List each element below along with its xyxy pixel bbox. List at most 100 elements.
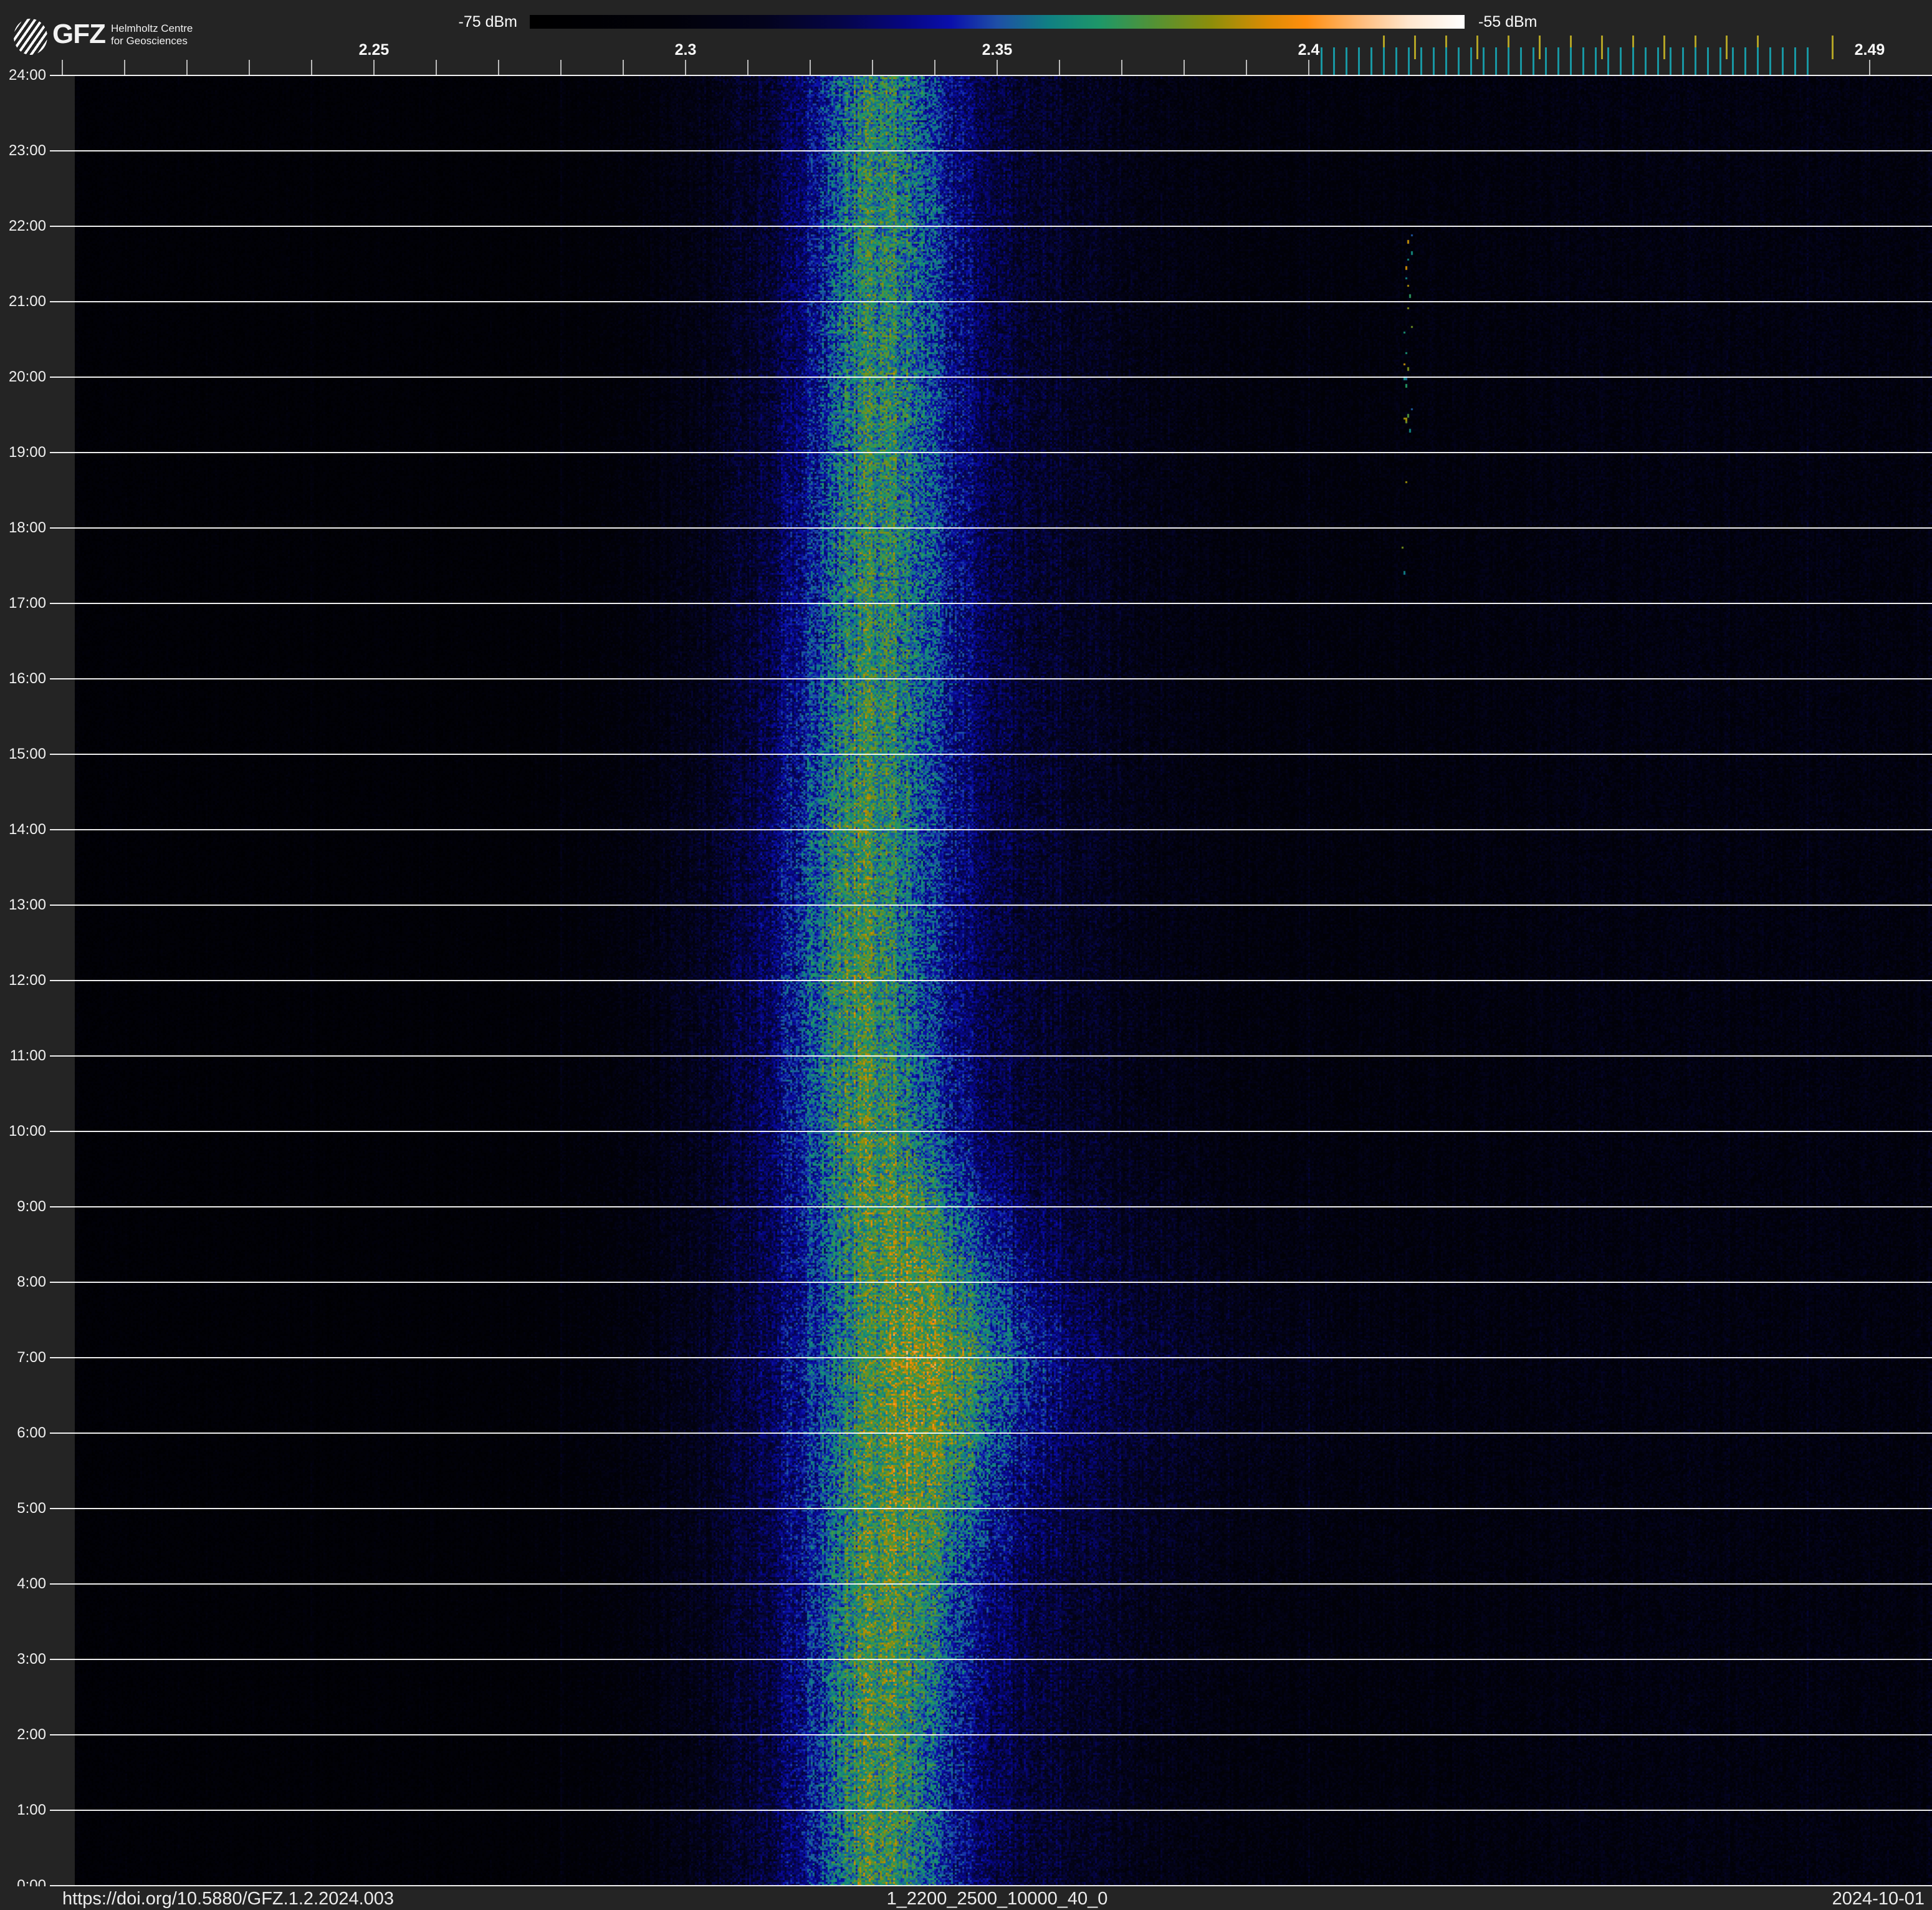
hour-tick-label: 24:00 <box>8 67 46 84</box>
hour-tick-label: 4:00 <box>17 1575 46 1592</box>
hour-tick-label: 5:00 <box>17 1500 46 1517</box>
freq-minor-tick <box>373 60 375 75</box>
footer-filename: 1_2200_2500_10000_40_0 <box>886 1889 1108 1909</box>
ble-channel-tick <box>1632 47 1634 75</box>
hour-tick-label: 6:00 <box>17 1424 46 1441</box>
ble-channel-tick <box>1420 47 1422 75</box>
ble-channel-tick <box>1769 47 1771 75</box>
ble-channel-tick <box>1732 47 1734 75</box>
hour-gridline <box>50 1131 1932 1132</box>
hour-gridline <box>50 150 1932 151</box>
freq-minor-tick <box>498 60 499 75</box>
freq-minor-tick <box>1308 60 1309 75</box>
ble-channel-tick <box>1520 47 1522 75</box>
ble-channel-tick <box>1483 47 1485 75</box>
freq-minor-tick <box>934 60 935 75</box>
hour-gridline <box>50 1206 1932 1207</box>
wifi-channel-tick <box>1476 36 1478 59</box>
ble-channel-tick <box>1670 47 1671 75</box>
hour-gridline <box>50 377 1932 378</box>
ble-channel-tick <box>1470 47 1472 75</box>
hour-gridline <box>50 301 1932 302</box>
ble-channel-tick <box>1408 47 1410 75</box>
freq-minor-tick <box>1869 60 1870 75</box>
ble-channel-tick <box>1445 47 1447 75</box>
footer-date: 2024-10-01 <box>1832 1889 1925 1909</box>
hour-gridline <box>50 980 1932 981</box>
hour-tick-label: 18:00 <box>8 519 46 536</box>
ble-channel-tick <box>1545 47 1547 75</box>
ble-channel-tick <box>1570 47 1572 75</box>
org-tagline-line2: for Geosciences <box>111 35 188 47</box>
freq-tick-label: 2.25 <box>358 41 390 59</box>
ble-channel-tick <box>1358 47 1360 75</box>
hour-tick-label: 20:00 <box>8 368 46 385</box>
ble-channel-tick <box>1807 47 1809 75</box>
hour-gridline <box>50 1282 1932 1283</box>
hour-tick-label: 15:00 <box>8 746 46 762</box>
wifi-channel-tick <box>1414 36 1416 59</box>
hour-gridline <box>50 603 1932 604</box>
hour-tick-label: 17:00 <box>8 595 46 612</box>
ble-channel-tick <box>1757 47 1759 75</box>
freq-tick-label: 2.4 <box>1298 41 1320 59</box>
wifi-channel-tick <box>1539 36 1541 59</box>
hour-tick-label: 23:00 <box>8 142 46 159</box>
hour-gridline <box>50 1357 1932 1358</box>
ble-channel-tick <box>1433 47 1435 75</box>
freq-minor-tick <box>623 60 624 75</box>
ble-channel-tick <box>1695 47 1696 75</box>
freq-minor-tick <box>249 60 250 75</box>
freq-minor-tick <box>1184 60 1185 75</box>
wifi-channel-tick <box>1601 36 1603 59</box>
freq-minor-tick <box>1059 60 1060 75</box>
spectrogram-page: GFZ Helmholtz Centre for Geosciences -75… <box>0 0 1932 1910</box>
hour-gridline <box>50 1432 1932 1434</box>
ble-channel-tick <box>1533 47 1534 75</box>
ble-channel-tick <box>1607 47 1609 75</box>
gfz-logo-icon <box>14 19 47 55</box>
freq-minor-tick <box>311 60 312 75</box>
hour-tick-label: 12:00 <box>8 972 46 989</box>
hour-tick-label: 16:00 <box>8 670 46 687</box>
hour-tick-label: 19:00 <box>8 444 46 461</box>
hour-gridline <box>50 905 1932 906</box>
hour-tick-label: 7:00 <box>17 1349 46 1366</box>
ble-channel-tick <box>1370 47 1372 75</box>
ble-channel-tick <box>1719 47 1721 75</box>
hour-gridline <box>50 1810 1932 1811</box>
freq-tick-label: 2.3 <box>674 41 697 59</box>
freq-minor-tick <box>685 60 686 75</box>
freq-minor-tick <box>436 60 437 75</box>
wifi-channel-tick <box>1726 36 1728 59</box>
hour-gridline <box>50 75 1932 76</box>
hour-gridline <box>50 1734 1932 1735</box>
org-tagline-line1: Helmholtz Centre <box>111 22 193 34</box>
wifi-channel-tick <box>1663 36 1665 59</box>
freq-tick-label: 2.35 <box>982 41 1013 59</box>
freq-minor-tick <box>186 60 188 75</box>
hour-gridline <box>50 1659 1932 1660</box>
freq-minor-tick <box>872 60 873 75</box>
freq-minor-tick <box>1121 60 1122 75</box>
ble-channel-tick <box>1458 47 1460 75</box>
ble-channel-tick <box>1395 47 1397 75</box>
freq-minor-tick <box>1246 60 1247 75</box>
ble-channel-tick <box>1782 47 1784 75</box>
freq-minor-tick <box>747 60 748 75</box>
hour-tick-label: 11:00 <box>9 1047 46 1064</box>
hour-tick-label: 1:00 <box>17 1802 46 1818</box>
ble-channel-tick <box>1645 47 1647 75</box>
hour-gridline <box>50 829 1932 830</box>
hour-gridline <box>50 1508 1932 1509</box>
hour-tick-label: 10:00 <box>8 1123 46 1140</box>
colorbar-min-label: -75 dBm <box>458 13 517 31</box>
hour-tick-label: 13:00 <box>8 896 46 913</box>
hour-tick-label: 3:00 <box>17 1651 46 1668</box>
ble-channel-tick <box>1595 47 1597 75</box>
hour-tick-label: 2:00 <box>17 1726 46 1743</box>
hour-tick-label: 14:00 <box>8 821 46 838</box>
hour-gridline <box>50 754 1932 755</box>
hour-tick-label: 9:00 <box>17 1198 46 1215</box>
hour-gridline <box>50 1055 1932 1057</box>
